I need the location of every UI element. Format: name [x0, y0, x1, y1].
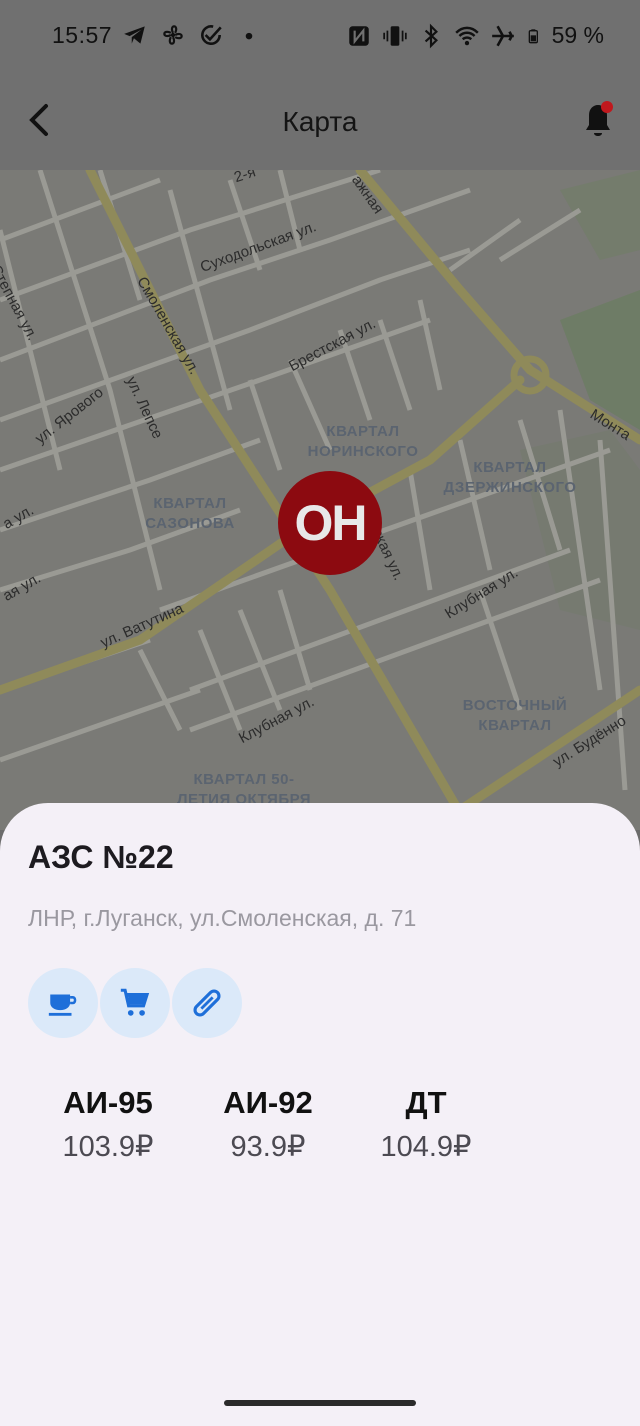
map-view[interactable]: 2-я Суходольская ул. ажная Степная ул. С…	[0, 170, 640, 830]
hotdog-icon	[193, 989, 221, 1017]
fuel-item: ДТ 104.9₽	[346, 1085, 506, 1164]
district-label: КВАРТАЛ НОРИНСКОГО	[307, 423, 419, 460]
notification-badge	[601, 101, 613, 113]
service-cafe[interactable]	[28, 968, 98, 1038]
fuel-name: АИ-95	[63, 1085, 153, 1120]
home-indicator[interactable]	[224, 1400, 416, 1406]
airplane-icon	[491, 25, 514, 46]
station-address: ЛНР, г.Луганск, ул.Смоленская, д. 71	[28, 905, 417, 931]
district-label: КВАРТАЛ ДЗЕРЖИНСКОГО	[443, 459, 577, 496]
services-row	[28, 968, 242, 1038]
dot-icon	[245, 32, 253, 40]
district-label: ВОСТОЧНЫЙ КВАРТАЛ	[462, 697, 568, 734]
fuel-price: 93.9₽	[230, 1131, 306, 1163]
bell-icon[interactable]	[578, 98, 618, 142]
bluetooth-icon	[424, 23, 438, 48]
shopping-cart-icon	[120, 988, 150, 1016]
nfc-icon	[348, 25, 369, 46]
fuel-item: АИ-92 93.9₽	[188, 1085, 348, 1164]
status-bar: 15:57 59 %	[0, 0, 640, 70]
wifi-icon	[454, 26, 479, 45]
telegram-icon	[124, 26, 145, 44]
fuel-name: ДТ	[405, 1085, 447, 1120]
marker-logo-text: ОН	[294, 495, 368, 551]
check-circle-icon	[201, 25, 222, 45]
status-left-icons	[122, 22, 262, 48]
vibrate-icon	[382, 25, 407, 46]
app-bar: Карта	[0, 70, 640, 170]
station-bottom-sheet: АЗС №22 ЛНР, г.Луганск, ул.Смоленская, д…	[0, 803, 640, 1426]
status-time: 15:57	[52, 22, 113, 48]
battery-icon	[528, 28, 538, 43]
fuel-price: 103.9₽	[62, 1131, 154, 1163]
fan-icon	[163, 25, 183, 45]
status-right-icons: 59 %	[346, 22, 604, 49]
district-label: КВАРТАЛ САЗОНОВА	[145, 495, 235, 532]
station-marker[interactable]: ОН	[278, 471, 382, 575]
fuel-price: 104.9₽	[380, 1131, 472, 1163]
station-name: АЗС №22	[28, 839, 174, 875]
fuel-name: АИ-92	[223, 1085, 313, 1120]
service-shop[interactable]	[100, 968, 170, 1038]
fuel-item: АИ-95 103.9₽	[28, 1085, 188, 1164]
battery-percent: 59 %	[551, 22, 604, 48]
page-title: Карта	[282, 106, 358, 137]
coffee-cup-icon	[48, 994, 77, 1016]
service-food[interactable]	[172, 968, 242, 1038]
